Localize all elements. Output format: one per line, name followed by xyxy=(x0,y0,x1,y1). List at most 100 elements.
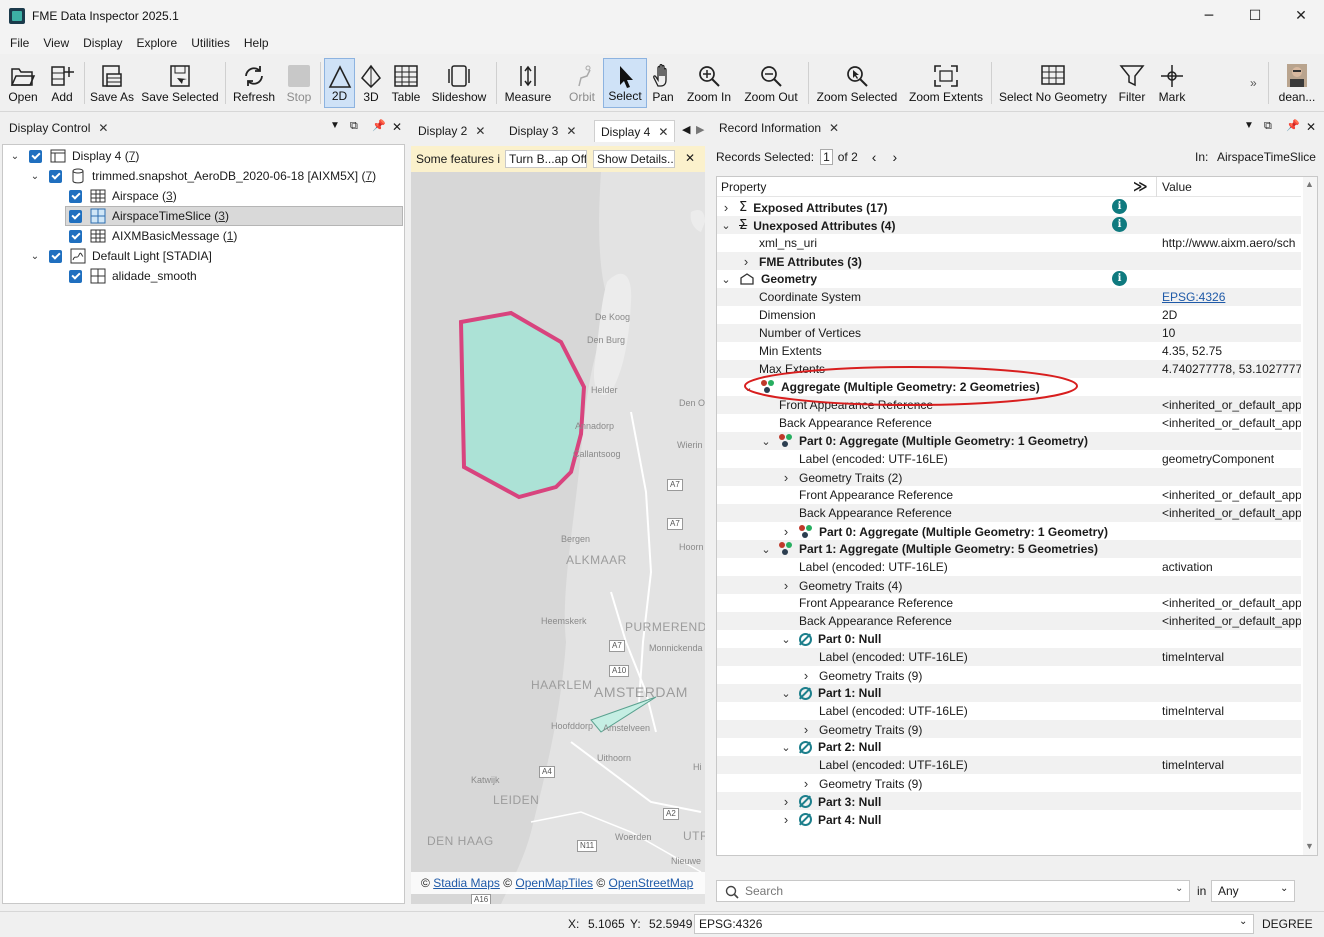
record-row-part-2-null[interactable]: ⌄ Part 2: Null xyxy=(717,738,1301,756)
dropdown-icon[interactable]: ▼ xyxy=(1244,120,1254,131)
stop-button[interactable]: Stop xyxy=(280,58,318,108)
tree-item-alidade-smooth[interactable]: alidade_smooth xyxy=(69,266,197,286)
float-panel-icon[interactable]: ⧉ xyxy=(1264,120,1272,133)
float-panel-icon[interactable]: ⧉ xyxy=(350,120,358,133)
menu-view[interactable]: View xyxy=(36,36,76,50)
info-icon[interactable]: i xyxy=(1112,271,1127,286)
record-row-label[interactable]: Label (encoded: UTF-16LE) activation xyxy=(717,558,1301,576)
close-icon[interactable]: ✕ xyxy=(98,121,108,135)
tab-display-control[interactable]: Display Control ✕ xyxy=(3,117,114,139)
info-icon[interactable]: i xyxy=(1112,217,1127,232)
tree-item-dataset[interactable]: ⌄ trimmed.snapshot_AeroDB_2020-06-18 [AI… xyxy=(29,166,376,186)
close-button[interactable]: ✕ xyxy=(1278,0,1324,32)
record-row-label[interactable]: Label (encoded: UTF-16LE) timeInterval xyxy=(717,648,1301,666)
close-panel-icon[interactable]: ✕ xyxy=(392,120,402,134)
chevron-down-icon[interactable]: ⌄ xyxy=(9,151,21,162)
record-row-part-1-null[interactable]: ⌄ Part 1: Null xyxy=(717,684,1301,702)
tree-item-airspacetimeslice[interactable]: AirspaceTimeSlice (3) xyxy=(65,206,403,226)
chevron-down-icon[interactable]: ⌄ xyxy=(721,273,731,286)
column-property[interactable]: Property xyxy=(721,180,766,194)
maximize-button[interactable]: ☐ xyxy=(1232,0,1278,32)
chevron-down-icon[interactable]: ⌄ xyxy=(1280,883,1288,894)
mark-button[interactable]: Mark xyxy=(1153,58,1191,108)
tree-item-basemap[interactable]: ⌄ Default Light [STADIA] xyxy=(29,246,212,266)
save-as-button[interactable]: Save As xyxy=(88,58,136,108)
close-panel-icon[interactable]: ✕ xyxy=(1306,120,1316,134)
zoom-extents-button[interactable]: Zoom Extents xyxy=(906,58,986,108)
record-row-label[interactable]: Label (encoded: UTF-16LE) geometryCompone… xyxy=(717,450,1301,468)
tree-count[interactable]: 7 xyxy=(365,169,372,183)
record-row-coordinate-system[interactable]: Coordinate System EPSG:4326 xyxy=(717,288,1301,306)
minimize-button[interactable]: ─ xyxy=(1186,0,1232,32)
tree-count[interactable]: 3 xyxy=(166,189,173,203)
record-row-geometry-traits[interactable]: › Geometry Traits (9) xyxy=(717,720,1301,738)
record-row-part-0-null[interactable]: ⌄ Part 0: Null xyxy=(717,630,1301,648)
menu-display[interactable]: Display xyxy=(76,36,129,50)
pan-button[interactable]: Pan xyxy=(649,58,677,108)
previous-record-icon[interactable]: ‹ xyxy=(872,149,877,165)
menu-utilities[interactable]: Utilities xyxy=(184,36,237,50)
close-icon[interactable]: ✕ xyxy=(475,124,485,138)
coordinate-system-select[interactable]: EPSG:4326 ⌄ xyxy=(694,914,1254,934)
chevron-down-icon[interactable]: ⌄ xyxy=(721,219,731,232)
search-scope-select[interactable]: Any ⌄ xyxy=(1211,880,1295,902)
openmaptiles-link[interactable]: OpenMapTiles xyxy=(515,876,593,890)
record-row-geometry-traits[interactable]: › Geometry Traits (4) xyxy=(717,576,1301,594)
record-row-xml-ns-uri[interactable]: xml_ns_uri http://www.aixm.aero/sch xyxy=(717,234,1301,252)
chevron-down-icon[interactable]: ⌄ xyxy=(29,171,41,182)
vertical-scrollbar[interactable]: ▲ ▼ xyxy=(1303,177,1317,855)
record-row-back-appearance[interactable]: Back Appearance Reference <inherited_or_d… xyxy=(717,612,1301,630)
record-row-geometry-traits[interactable]: › Geometry Traits (9) xyxy=(717,774,1301,792)
checkbox[interactable] xyxy=(69,229,82,243)
record-row-number-of-vertices[interactable]: Number of Vertices 10 xyxy=(717,324,1301,342)
open-button[interactable]: Open xyxy=(4,58,42,108)
value-cell[interactable]: EPSG:4326 xyxy=(1162,290,1301,304)
record-row-unexposed-attributes[interactable]: ⌄ Σ Unexposed Attributes (4) i xyxy=(717,216,1301,234)
search-input[interactable]: Search ⌄ xyxy=(716,880,1190,902)
table-button[interactable]: Table xyxy=(388,58,424,108)
orbit-button[interactable]: Orbit xyxy=(564,58,600,108)
close-icon[interactable]: ✕ xyxy=(566,124,576,138)
show-details-button[interactable]: Show Details... xyxy=(593,150,675,168)
record-row-label[interactable]: Label (encoded: UTF-16LE) timeInterval xyxy=(717,702,1301,720)
chevron-down-icon[interactable]: ⌄ xyxy=(1239,916,1247,927)
menu-help[interactable]: Help xyxy=(237,36,276,50)
map-view[interactable]: De Koog Den Burg Helder Den O Annadorp W… xyxy=(411,172,705,904)
openstreetmap-link[interactable]: OpenStreetMap xyxy=(609,876,694,890)
record-row-fme-attributes[interactable]: › FME Attributes (3) xyxy=(717,252,1301,270)
close-icon[interactable]: ✕ xyxy=(658,125,668,139)
record-row-part-0-aggregate-nested[interactable]: › Part 0: Aggregate (Multiple Geometry: 1… xyxy=(717,522,1301,540)
menu-explore[interactable]: Explore xyxy=(130,36,185,50)
info-icon[interactable]: i xyxy=(1112,199,1127,214)
zoom-out-button[interactable]: Zoom Out xyxy=(740,58,802,108)
chevron-right-icon[interactable]: › xyxy=(781,524,791,539)
zoom-in-button[interactable]: Zoom In xyxy=(682,58,736,108)
chevron-down-icon[interactable]: ⌄ xyxy=(761,435,771,448)
records-selected-input[interactable]: 1 xyxy=(820,149,833,165)
record-row-part-1-aggregate[interactable]: ⌄ Part 1: Aggregate (Multiple Geometry: 5… xyxy=(717,540,1301,558)
chevron-down-icon[interactable]: ⌄ xyxy=(761,543,771,556)
dropdown-icon[interactable]: ▼ xyxy=(330,120,340,131)
chevron-right-icon[interactable]: › xyxy=(801,668,811,683)
slideshow-button[interactable]: Slideshow xyxy=(428,58,490,108)
save-selected-button[interactable]: Save Selected xyxy=(140,58,220,108)
measure-button[interactable]: Measure xyxy=(501,58,555,108)
add-button[interactable]: Add xyxy=(46,58,78,108)
view-3d-button[interactable]: 3D xyxy=(357,58,385,108)
tree-item-display-4[interactable]: ⌄ Display 4 (7) xyxy=(9,146,140,166)
turn-basemap-off-button[interactable]: Turn B...ap Off xyxy=(505,150,587,168)
chevron-right-icon[interactable]: › xyxy=(781,470,791,485)
tab-record-information[interactable]: Record Information ✕ xyxy=(713,117,845,139)
checkbox[interactable] xyxy=(49,249,62,263)
chevron-down-icon[interactable]: ⌄ xyxy=(1175,883,1183,894)
record-row-part-3-null[interactable]: › Part 3: Null xyxy=(717,792,1301,810)
next-record-icon[interactable]: › xyxy=(892,149,897,165)
select-button[interactable]: Select xyxy=(603,58,647,108)
column-value[interactable]: Value xyxy=(1162,180,1192,194)
filter-button[interactable]: Filter xyxy=(1114,58,1150,108)
select-no-geometry-button[interactable]: Select No Geometry xyxy=(996,58,1110,108)
tab-display-2[interactable]: Display 2 ✕ xyxy=(412,120,491,142)
refresh-button[interactable]: Refresh xyxy=(230,58,278,108)
chevron-down-icon[interactable]: ⌄ xyxy=(781,633,791,646)
scroll-down-icon[interactable]: ▼ xyxy=(1305,841,1314,851)
